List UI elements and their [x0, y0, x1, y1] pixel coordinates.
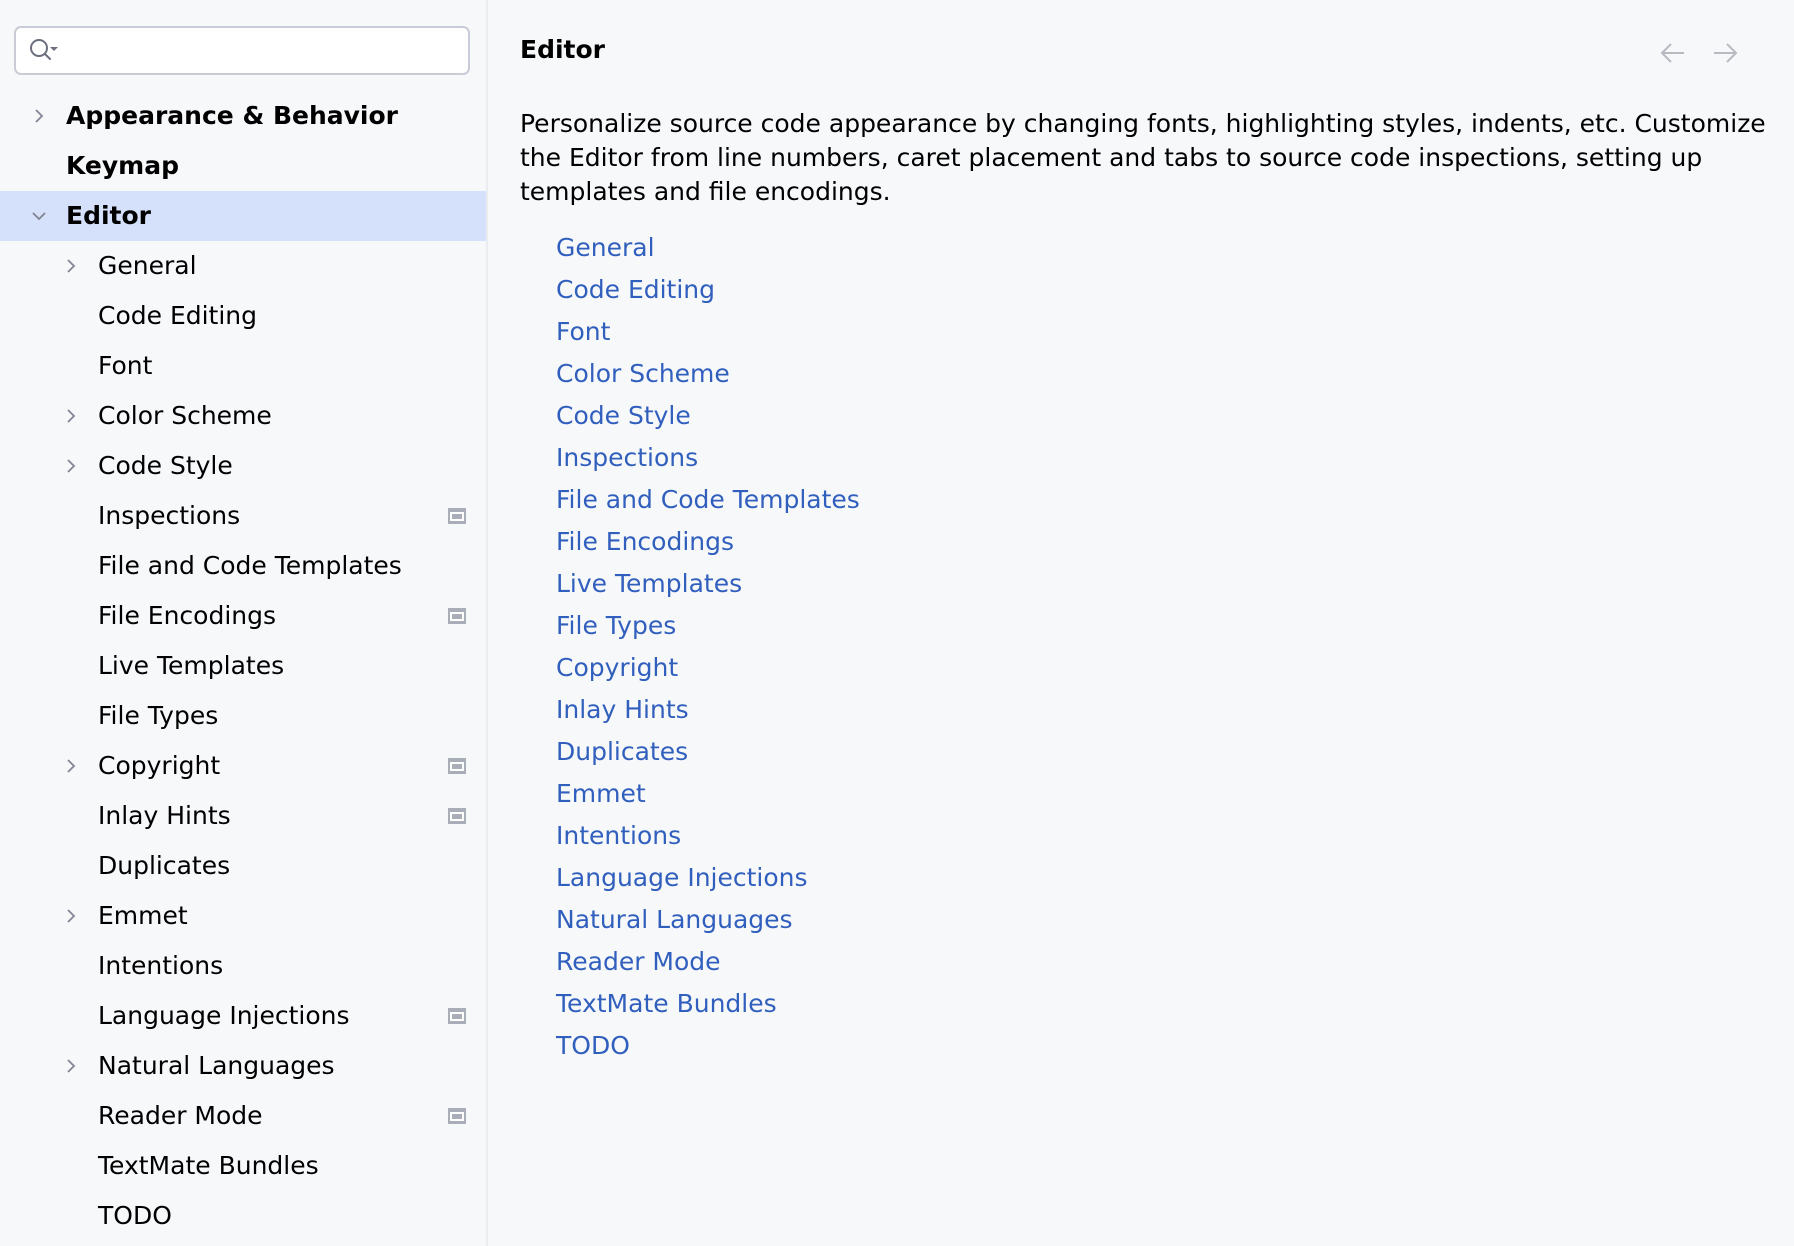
sidebar-item-textmate-bundles[interactable]: TextMate Bundles — [0, 1141, 486, 1191]
sidebar-item-label: Inspections — [98, 501, 241, 530]
link-code-style[interactable]: Code Style — [556, 395, 860, 437]
sidebar-item-file-and-code-templates[interactable]: File and Code Templates — [0, 541, 486, 591]
sidebar-item-label: Keymap — [66, 151, 180, 180]
project-level-settings-icon — [448, 508, 466, 524]
chevron-right-icon[interactable] — [63, 908, 79, 924]
chevron-right-icon[interactable] — [63, 458, 79, 474]
sidebar-item-inspections[interactable]: Inspections — [0, 491, 486, 541]
link-file-types[interactable]: File Types — [556, 605, 860, 647]
sidebar-item-duplicates[interactable]: Duplicates — [0, 841, 486, 891]
settings-tree: Appearance & Behavior Keymap Editor General… — [0, 91, 486, 1241]
chevron-right-icon[interactable] — [31, 108, 47, 124]
project-level-settings-icon — [448, 808, 466, 824]
sidebar-item-label: File and Code Templates — [98, 551, 402, 580]
project-level-settings-icon — [448, 758, 466, 774]
sidebar-item-color-scheme[interactable]: Color Scheme — [0, 391, 486, 441]
sidebar-item-label: Duplicates — [98, 851, 231, 880]
sidebar-item-font[interactable]: Font — [0, 341, 486, 391]
sidebar-item-emmet[interactable]: Emmet — [0, 891, 486, 941]
link-language-injections[interactable]: Language Injections — [556, 857, 860, 899]
chevron-right-icon[interactable] — [63, 1058, 79, 1074]
chevron-right-icon[interactable] — [63, 258, 79, 274]
sidebar-item-label: Natural Languages — [98, 1051, 335, 1080]
sidebar-item-label: Inlay Hints — [98, 801, 231, 830]
sidebar-item-editor[interactable]: Editor — [0, 191, 486, 241]
link-file-and-code-templates[interactable]: File and Code Templates — [556, 479, 860, 521]
link-todo[interactable]: TODO — [556, 1025, 860, 1067]
link-inlay-hints[interactable]: Inlay Hints — [556, 689, 860, 731]
sidebar-item-code-style[interactable]: Code Style — [0, 441, 486, 491]
sidebar-item-label: Editor — [66, 201, 151, 230]
settings-search-field[interactable] — [14, 26, 470, 75]
link-reader-mode[interactable]: Reader Mode — [556, 941, 860, 983]
project-level-settings-icon — [448, 1108, 466, 1124]
sidebar-item-label: General — [98, 251, 197, 280]
link-general[interactable]: General — [556, 227, 860, 269]
arrow-right-icon[interactable] — [1710, 40, 1740, 66]
link-file-encodings[interactable]: File Encodings — [556, 521, 860, 563]
sidebar-item-keymap[interactable]: Keymap — [0, 141, 486, 191]
sidebar-item-code-editing[interactable]: Code Editing — [0, 291, 486, 341]
sidebar-item-file-types[interactable]: File Types — [0, 691, 486, 741]
sidebar-item-copyright[interactable]: Copyright — [0, 741, 486, 791]
sidebar-item-todo[interactable]: TODO — [0, 1191, 486, 1241]
sidebar-item-intentions[interactable]: Intentions — [0, 941, 486, 991]
sidebar-item-label: Font — [98, 351, 153, 380]
search-input[interactable] — [72, 28, 456, 75]
sidebar-item-live-templates[interactable]: Live Templates — [0, 641, 486, 691]
arrow-left-icon[interactable] — [1658, 40, 1688, 66]
project-level-settings-icon — [448, 608, 466, 624]
settings-dialog: Appearance & Behavior Keymap Editor General… — [0, 0, 1794, 1246]
project-level-settings-icon — [448, 1008, 466, 1024]
link-natural-languages[interactable]: Natural Languages — [556, 899, 860, 941]
settings-content: Editor Personalize source code appearanc… — [488, 0, 1794, 1246]
sidebar-item-label: Language Injections — [98, 1001, 350, 1030]
link-duplicates[interactable]: Duplicates — [556, 731, 860, 773]
sidebar-item-label: TextMate Bundles — [98, 1151, 319, 1180]
subpage-links: General Code Editing Font Color Scheme Code … — [556, 227, 860, 1067]
sidebar-item-label: Intentions — [98, 951, 224, 980]
sidebar-item-appearance-and-behavior[interactable]: Appearance & Behavior — [0, 91, 486, 141]
sidebar-item-language-injections[interactable]: Language Injections — [0, 991, 486, 1041]
sidebar-item-label: File Encodings — [98, 601, 277, 630]
sidebar-item-reader-mode[interactable]: Reader Mode — [0, 1091, 486, 1141]
sidebar-item-inlay-hints[interactable]: Inlay Hints — [0, 791, 486, 841]
sidebar-item-label: Color Scheme — [98, 401, 272, 430]
sidebar-item-label: Copyright — [98, 751, 221, 780]
search-icon[interactable] — [28, 37, 62, 65]
sidebar-item-label: Reader Mode — [98, 1101, 263, 1130]
sidebar-item-natural-languages[interactable]: Natural Languages — [0, 1041, 486, 1091]
sidebar-item-general[interactable]: General — [0, 241, 486, 291]
sidebar-item-label: Code Editing — [98, 301, 258, 330]
link-live-templates[interactable]: Live Templates — [556, 563, 860, 605]
page-description: Personalize source code appearance by ch… — [520, 109, 1766, 206]
page-title: Editor — [520, 35, 605, 64]
sidebar-item-label: Appearance & Behavior — [66, 101, 398, 130]
settings-sidebar: Appearance & Behavior Keymap Editor General… — [0, 0, 486, 1246]
link-inspections[interactable]: Inspections — [556, 437, 860, 479]
sidebar-item-label: TODO — [98, 1201, 172, 1230]
sidebar-item-label: Code Style — [98, 451, 233, 480]
chevron-right-icon[interactable] — [63, 758, 79, 774]
link-font[interactable]: Font — [556, 311, 860, 353]
link-textmate-bundles[interactable]: TextMate Bundles — [556, 983, 860, 1025]
link-copyright[interactable]: Copyright — [556, 647, 860, 689]
link-color-scheme[interactable]: Color Scheme — [556, 353, 860, 395]
sidebar-item-label: File Types — [98, 701, 219, 730]
link-intentions[interactable]: Intentions — [556, 815, 860, 857]
sidebar-item-label: Emmet — [98, 901, 188, 930]
link-code-editing[interactable]: Code Editing — [556, 269, 860, 311]
chevron-down-icon[interactable] — [31, 208, 47, 224]
link-emmet[interactable]: Emmet — [556, 773, 860, 815]
chevron-right-icon[interactable] — [63, 408, 79, 424]
sidebar-item-file-encodings[interactable]: File Encodings — [0, 591, 486, 641]
sidebar-item-label: Live Templates — [98, 651, 285, 680]
